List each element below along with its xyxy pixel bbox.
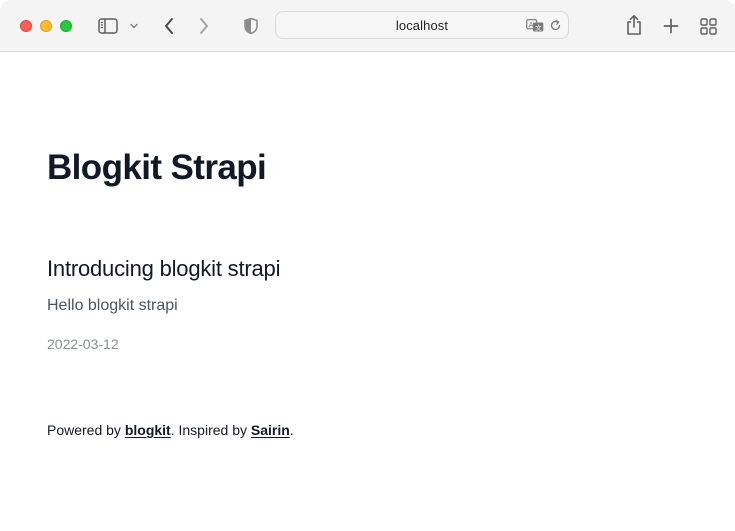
sidebar-icon [98,18,118,34]
footer-suffix: . [289,422,294,438]
chevron-down-icon [130,23,138,29]
footer-prefix: Powered by [47,422,125,438]
browser-toolbar: localhost A 文 [0,0,735,52]
tab-overview-button[interactable] [697,15,719,37]
footer-middle: . Inspired by [170,422,251,438]
address-text: localhost [395,18,449,33]
post-excerpt: Hello blogkit strapi [47,297,178,314]
translate-icon: A 文 [526,18,544,31]
reload-icon [550,19,560,30]
chevron-right-icon [200,18,208,34]
minimize-window-button[interactable] [40,20,52,32]
close-window-button[interactable] [20,20,32,32]
grid-icon [699,17,717,35]
svg-text:A: A [529,21,534,29]
back-button[interactable] [159,14,179,38]
zoom-window-button[interactable] [60,20,72,32]
site-footer: Powered by blogkit. Inspired by Sairin. [47,421,294,439]
new-tab-button[interactable] [660,14,682,38]
chevron-left-icon [165,18,173,34]
sairin-link[interactable]: Sairin [251,422,290,438]
page-content: Blogkit Strapi Introducing blogkit strap… [0,52,735,531]
post-date: 2022-03-12 [47,336,119,352]
translate-button[interactable]: A 文 [526,18,544,32]
post-title-link[interactable]: Introducing blogkit strapi [47,255,280,283]
shield-icon [244,17,258,35]
browser-window: localhost A 文 Blogkit Strapi Introducing… [0,0,735,531]
svg-text:文: 文 [535,22,542,31]
address-bar[interactable]: localhost A 文 [275,11,569,39]
plus-icon [663,18,679,34]
forward-button[interactable] [194,14,214,38]
site-title[interactable]: Blogkit Strapi [47,147,267,189]
sidebar-toggle-button[interactable] [96,15,120,37]
privacy-report-button[interactable] [241,14,261,38]
share-icon [627,15,641,35]
sidebar-menu-button[interactable] [128,18,140,34]
reload-button[interactable] [548,18,562,32]
blogkit-link[interactable]: blogkit [125,422,171,438]
share-button[interactable] [622,12,646,38]
